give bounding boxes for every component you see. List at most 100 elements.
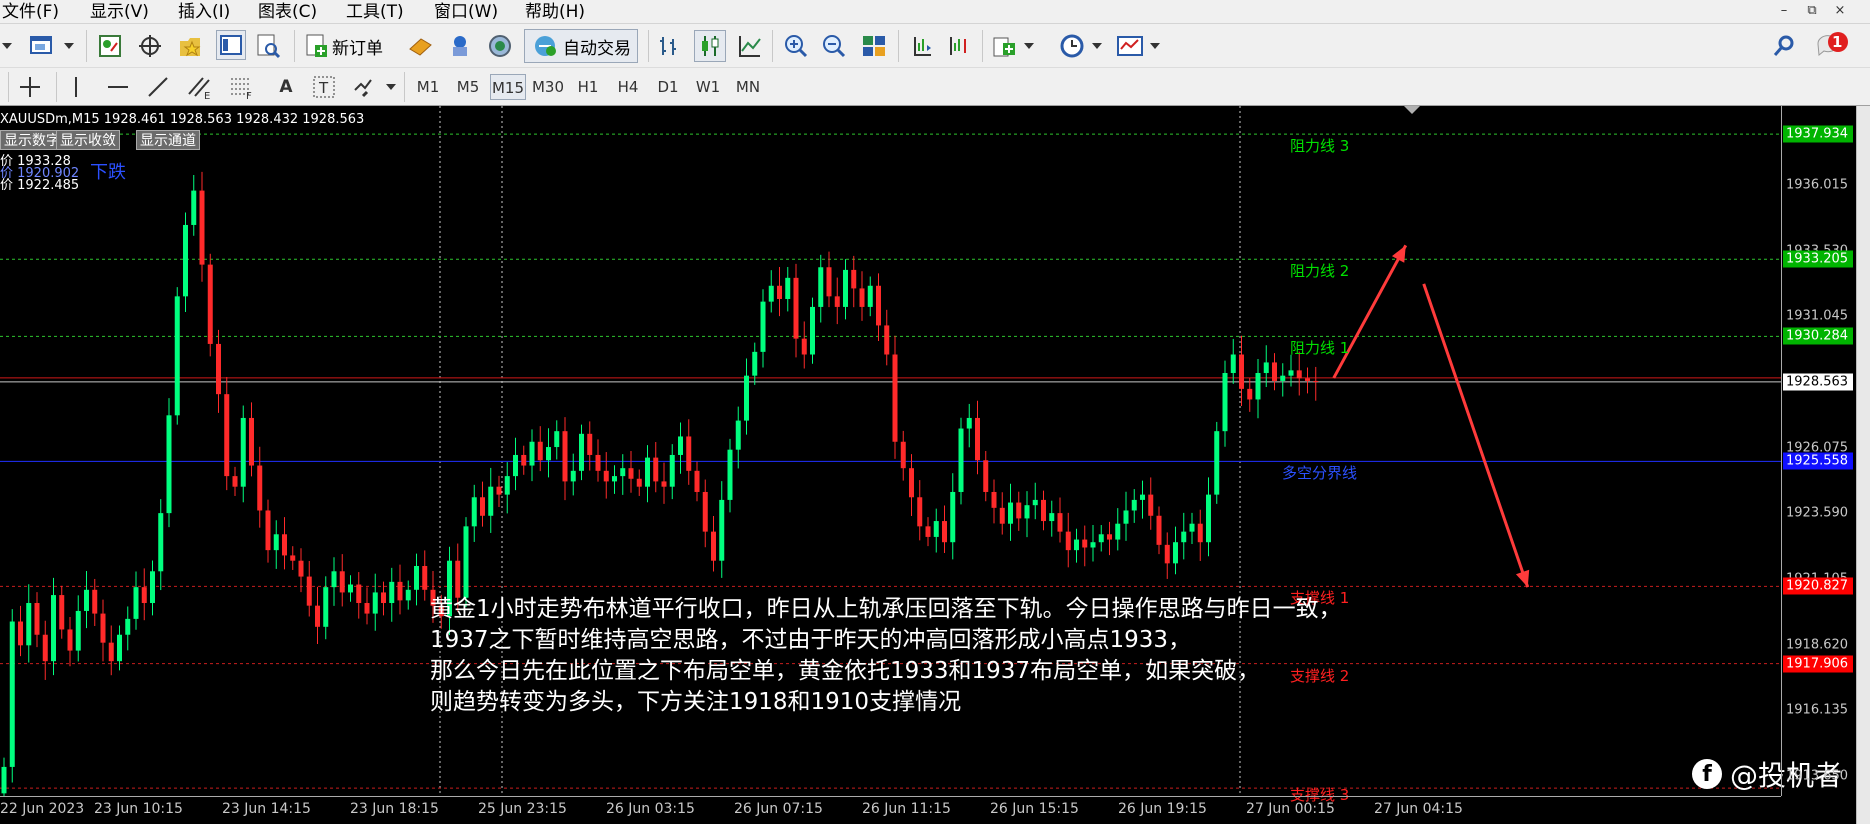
bullish-candle — [389, 581, 395, 604]
bullish-candle — [372, 592, 378, 614]
price-tick: 1918.620 — [1786, 637, 1849, 653]
horizontal-line-icon[interactable] — [104, 73, 132, 101]
autoscroll-icon[interactable] — [944, 32, 972, 60]
vertical-line-icon[interactable] — [62, 73, 90, 101]
dropdown-arrow-icon[interactable] — [64, 42, 74, 50]
indicators-icon[interactable] — [990, 32, 1018, 60]
menu-item-3[interactable]: 图表(C) — [258, 1, 317, 23]
fibonacci-icon[interactable]: F — [228, 73, 256, 101]
signals-icon[interactable] — [446, 32, 474, 60]
timeframe-m30[interactable]: M30 — [530, 74, 566, 100]
zoom-out-icon[interactable] — [820, 32, 848, 60]
line-chart-icon[interactable] — [736, 32, 764, 60]
crosshair-icon[interactable] — [136, 32, 164, 60]
chart-shift-icon[interactable] — [908, 32, 936, 60]
menu-item-4[interactable]: 工具(T) — [346, 1, 404, 23]
market-watch-icon[interactable] — [406, 32, 434, 60]
bearish-candle — [694, 470, 700, 492]
dropdown-arrow-icon[interactable] — [0, 32, 14, 60]
bullish-candle — [1255, 373, 1261, 400]
timeframe-d1[interactable]: D1 — [650, 74, 686, 100]
bullish-candle — [669, 454, 675, 487]
bearish-candle — [100, 613, 106, 643]
arrows-icon[interactable] — [350, 73, 378, 101]
bearish-candle — [603, 470, 609, 482]
time-tick: 25 Jun 23:15 — [478, 801, 567, 817]
bullish-candle — [529, 441, 535, 466]
menu-item-5[interactable]: 窗口(W) — [434, 1, 498, 23]
search-icon[interactable] — [1770, 32, 1798, 60]
bullish-candle — [1008, 502, 1013, 524]
minimize-button[interactable]: – — [1772, 2, 1796, 20]
time-axis[interactable]: 22 Jun 2023 23 Jun 10:15 23 Jun 14:15 23 Ju… — [0, 796, 1781, 824]
chart-toggle-button[interactable]: 显示通道 — [136, 130, 200, 150]
svg-text:F: F — [246, 91, 252, 100]
menu-item-0[interactable]: 文件(F) — [2, 1, 59, 23]
bearish-candle — [876, 285, 881, 326]
text-label-icon[interactable]: T — [310, 73, 338, 101]
bullish-candle — [504, 476, 510, 495]
bullish-candle — [735, 420, 741, 450]
new-order-icon[interactable] — [302, 32, 330, 60]
auto-trade-label: 自动交易 — [563, 38, 631, 59]
templates-icon[interactable] — [1116, 32, 1144, 60]
restore-button[interactable]: ⧉ — [1800, 2, 1824, 20]
bearish-candle — [521, 454, 527, 466]
bullish-candle — [463, 526, 469, 598]
bullish-candle — [1140, 494, 1145, 500]
tile-windows-icon[interactable] — [860, 32, 888, 60]
timeframe-m5[interactable]: M5 — [450, 74, 486, 100]
globe-icon[interactable] — [486, 32, 514, 60]
text-tool-icon[interactable]: A — [272, 73, 300, 101]
dropdown-arrow-icon[interactable] — [1092, 42, 1102, 50]
dropdown-arrow-icon[interactable] — [1024, 42, 1034, 50]
level-label: 阻力线 1 — [1290, 339, 1350, 358]
bearish-candle — [884, 325, 890, 355]
candlestick-icon[interactable] — [694, 30, 726, 62]
dropdown-arrow-icon[interactable] — [1150, 42, 1160, 50]
timeframe-w1[interactable]: W1 — [690, 74, 726, 100]
bullish-candle — [645, 457, 650, 487]
bar-chart-icon[interactable] — [656, 32, 684, 60]
bearish-candle — [1272, 362, 1277, 381]
navigator-icon[interactable] — [216, 30, 246, 60]
new-chart-icon[interactable] — [28, 32, 56, 60]
chart-shift-marker — [1404, 106, 1420, 114]
vertical-scrollbar[interactable] — [1856, 106, 1870, 824]
favorites-icon[interactable] — [176, 32, 204, 60]
time-tick: 23 Jun 14:15 — [222, 801, 311, 817]
bullish-candle — [51, 595, 56, 662]
bearish-candle — [999, 507, 1005, 524]
crosshair-cursor-icon[interactable] — [16, 73, 44, 101]
periods-clock-icon[interactable] — [1058, 32, 1086, 60]
menu-item-1[interactable]: 显示(V) — [90, 1, 149, 23]
timeframe-m1[interactable]: M1 — [410, 74, 446, 100]
bearish-candle — [1082, 539, 1088, 548]
timeframe-m15[interactable]: M15 — [490, 74, 526, 100]
timeframe-mn[interactable]: MN — [730, 74, 766, 100]
chart-window[interactable]: XAUUSDm,M15 1928.461 1928.563 1928.432 1… — [0, 106, 1870, 824]
profiles-icon[interactable] — [96, 32, 124, 60]
bullish-candle — [1214, 431, 1220, 495]
menu-item-6[interactable]: 帮助(H) — [525, 1, 585, 23]
price-tick: 1931.045 — [1786, 308, 1849, 324]
bullish-candle — [348, 584, 353, 593]
trendline-icon[interactable] — [144, 73, 172, 101]
menu-item-2[interactable]: 插入(I) — [178, 1, 230, 23]
auto-trade-button[interactable]: 自动交易 — [524, 29, 638, 63]
bearish-candle — [67, 629, 73, 651]
equidistant-channel-icon[interactable]: E — [186, 73, 214, 101]
chart-toggle-button[interactable]: 显示数字 — [0, 130, 64, 150]
timeframe-h1[interactable]: H1 — [570, 74, 606, 100]
timeframe-h4[interactable]: H4 — [610, 74, 646, 100]
close-button[interactable]: × — [1828, 2, 1852, 20]
dropdown-arrow-icon[interactable] — [386, 83, 396, 91]
new-order-button[interactable]: 新订单 — [332, 32, 383, 60]
bullish-candle — [1115, 523, 1121, 540]
notifications-icon[interactable]: 1 — [1812, 30, 1852, 62]
price-axis[interactable]: 1936.0151933.5301931.0451926.0751923.590… — [1781, 106, 1856, 796]
zoom-in-icon[interactable] — [782, 32, 810, 60]
bullish-candle — [1280, 375, 1286, 381]
search-doc-icon[interactable] — [254, 32, 282, 60]
chart-toggle-button[interactable]: 显示收敛 — [56, 130, 120, 150]
